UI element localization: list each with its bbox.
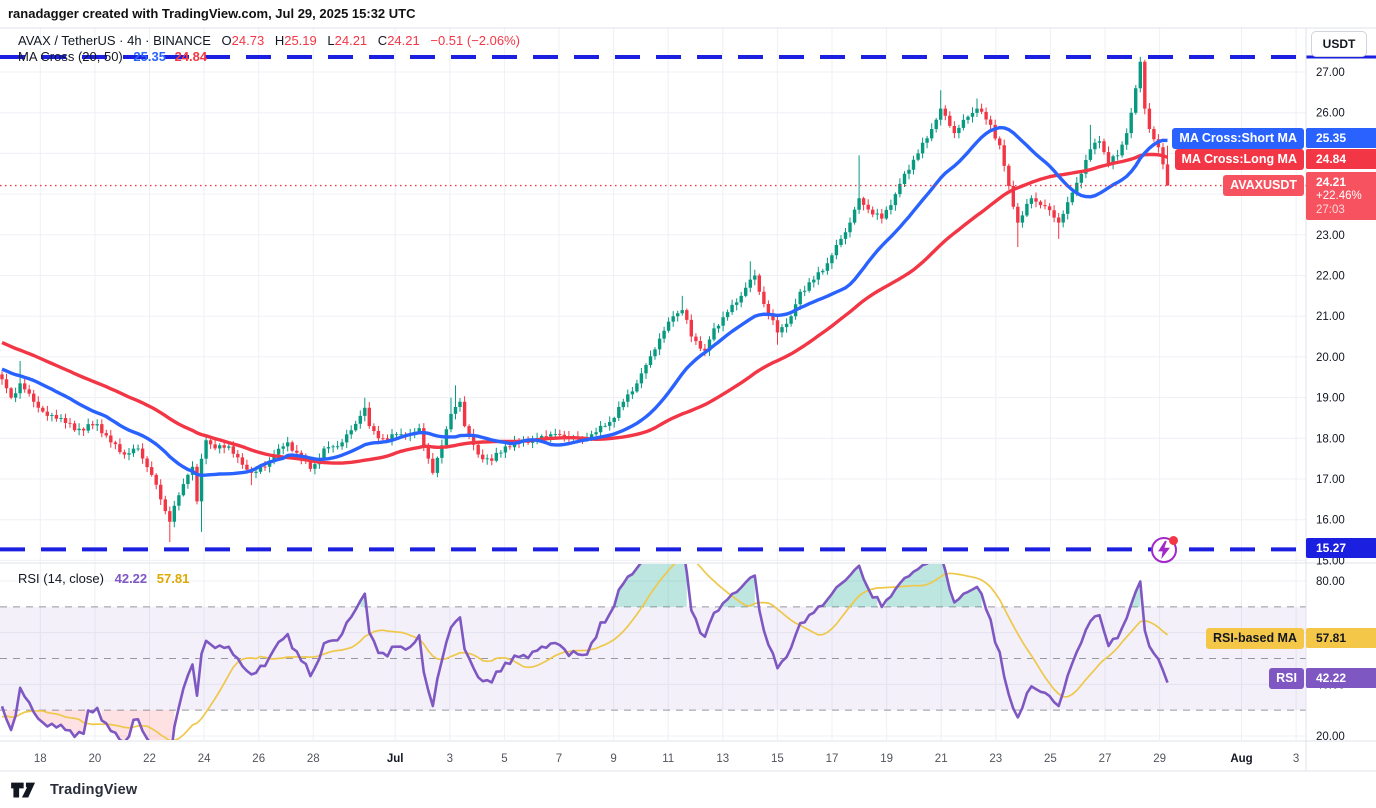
close-value: 24.21 xyxy=(387,33,420,48)
tradingview-logo-text[interactable]: TradingView xyxy=(50,782,137,798)
close-label: C xyxy=(378,33,387,48)
open-label: O xyxy=(222,33,232,48)
rsi-tick-label: 20.00 xyxy=(1316,731,1345,743)
rsi-ma-axis-value: 57.81 xyxy=(1306,628,1376,648)
time-tick-label: 23 xyxy=(989,753,1002,765)
open-value: 24.73 xyxy=(232,33,265,48)
main-legend: AVAX / TetherUS · 4h · BINANCE O24.73 H2… xyxy=(18,33,520,65)
symbol-float-label: AVAXUSDT xyxy=(1223,175,1304,196)
price-pane[interactable] xyxy=(0,57,1169,542)
price-tick-label: 16.00 xyxy=(1316,515,1345,527)
rsi-ma-value: 57.81 xyxy=(157,571,190,586)
time-tick-label: 18 xyxy=(34,753,47,765)
rsi-legend: RSI (14, close) 42.22 57.81 xyxy=(18,571,189,586)
time-tick-label: 26 xyxy=(252,753,265,765)
price-tick-label: 18.00 xyxy=(1316,433,1345,445)
time-tick-label: 13 xyxy=(716,753,729,765)
time-tick-label: 19 xyxy=(880,753,893,765)
ma-long-value: 24.84 xyxy=(175,49,208,64)
price-tick-label: 26.00 xyxy=(1316,108,1345,120)
currency-unit-button[interactable]: USDT xyxy=(1311,31,1367,57)
ma-short-value: 25.35 xyxy=(133,49,166,64)
tradingview-chart-screenshot: ranadagger created with TradingView.com,… xyxy=(0,0,1376,808)
short-ma-float-label: MA Cross:Short MA xyxy=(1172,128,1304,149)
time-tick-label: 21 xyxy=(935,753,948,765)
time-tick-label: 3 xyxy=(1293,753,1299,765)
short-ma-axis-price: 25.35 xyxy=(1306,128,1376,148)
footer: TradingView xyxy=(10,780,137,799)
time-tick-label: 22 xyxy=(143,753,156,765)
last-price-change-pct: +22.46% xyxy=(1316,189,1376,203)
time-tick-label: 28 xyxy=(307,753,320,765)
alert-dot xyxy=(1169,536,1178,545)
price-tick-label: 27.00 xyxy=(1316,67,1345,79)
rsi-value: 42.22 xyxy=(115,571,148,586)
symbol-title: AVAX / TetherUS · 4h · BINANCE xyxy=(18,33,211,48)
time-tick-label: Jul xyxy=(387,753,404,765)
alert-icon[interactable] xyxy=(1151,537,1177,563)
low-label: L xyxy=(327,33,334,48)
time-tick-label: Aug xyxy=(1230,753,1252,765)
ma-cross-legend-row: MA Cross (20, 50) 25.35 24.84 xyxy=(18,49,520,65)
change-value: −0.51 (−2.06%) xyxy=(430,33,520,48)
high-label: H xyxy=(275,33,284,48)
tradingview-logo-icon xyxy=(10,780,43,799)
time-tick-label: 29 xyxy=(1153,753,1166,765)
low-value: 24.21 xyxy=(335,33,368,48)
rsi-ma-float-label: RSI-based MA xyxy=(1206,628,1304,649)
long-ma-axis-price: 24.84 xyxy=(1306,149,1376,169)
price-tick-label: 17.00 xyxy=(1316,474,1345,486)
candle-countdown: 27:03 xyxy=(1316,203,1376,217)
candle-wicks-up xyxy=(16,57,1141,532)
rsi-pane[interactable] xyxy=(0,543,1306,764)
price-tick-label: 21.00 xyxy=(1316,311,1345,323)
time-tick-label: 11 xyxy=(662,753,674,765)
time-tick-label: 20 xyxy=(89,753,102,765)
high-value: 25.19 xyxy=(284,33,317,48)
time-tick-label: 17 xyxy=(826,753,839,765)
last-price-axis-box: 24.21 +22.46% 27:03 xyxy=(1306,172,1376,220)
ma-long-line xyxy=(2,155,1167,464)
time-tick-label: 5 xyxy=(501,753,507,765)
time-tick-label: 25 xyxy=(1044,753,1057,765)
price-tick-label: 20.00 xyxy=(1316,352,1345,364)
ma-cross-title: MA Cross (20, 50) xyxy=(18,49,123,64)
rsi-axis-value: 42.22 xyxy=(1306,668,1376,688)
time-tick-label: 9 xyxy=(610,753,616,765)
price-tick-label: 23.00 xyxy=(1316,230,1345,242)
time-tick-label: 27 xyxy=(1099,753,1112,765)
last-price-value: 24.21 xyxy=(1316,175,1376,189)
price-tick-label: 22.00 xyxy=(1316,271,1345,283)
price-tick-label: 19.00 xyxy=(1316,393,1345,405)
symbol-legend-row: AVAX / TetherUS · 4h · BINANCE O24.73 H2… xyxy=(18,33,520,49)
support-axis-price: 15.27 xyxy=(1306,538,1376,558)
candle-bodies-up xyxy=(14,62,1142,522)
time-tick-label: 7 xyxy=(556,753,562,765)
long-ma-float-label: MA Cross:Long MA xyxy=(1175,149,1305,170)
time-tick-label: 24 xyxy=(198,753,211,765)
time-tick-label: 15 xyxy=(771,753,784,765)
time-tick-label: 3 xyxy=(447,753,453,765)
rsi-float-label: RSI xyxy=(1269,668,1304,689)
rsi-tick-label: 80.00 xyxy=(1316,576,1345,588)
time-axis[interactable]: 18 20 22 24 26 28 Jul 3 5 7 9 11 13 15 17 19 21 23 25 27 29 A… xyxy=(34,753,1299,765)
chart-canvas[interactable]: 27.0026.0025.0024.0023.0022.0021.0020.00… xyxy=(0,0,1376,780)
candle-wicks-down xyxy=(2,60,1168,542)
rsi-title: RSI (14, close) xyxy=(18,571,104,586)
